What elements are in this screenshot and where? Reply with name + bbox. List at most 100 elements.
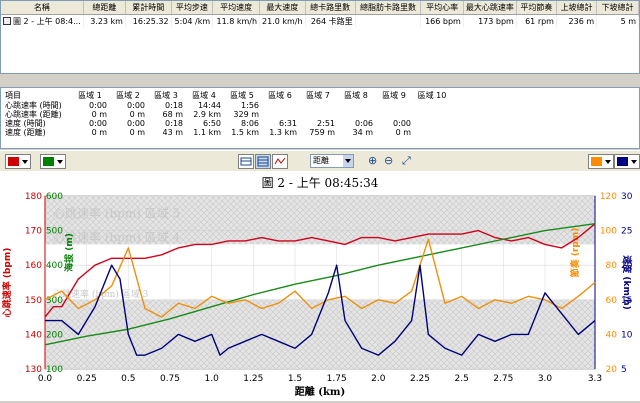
- summary-col-header[interactable]: 總距離: [83, 1, 126, 15]
- zones-cell: 14:44: [197, 101, 221, 110]
- zones-cell: 速度 (距離): [5, 128, 46, 137]
- x-tick-label: 0.25: [77, 374, 97, 384]
- summary-col-header[interactable]: 平均心率: [420, 1, 464, 15]
- zones-cell: 0:00: [127, 119, 145, 128]
- zones-col-header: 項目: [5, 91, 21, 100]
- summary-cell[interactable]: 11.8 km/h: [212, 14, 261, 27]
- summary-col-header[interactable]: 平均速度: [212, 1, 261, 15]
- zones-cell: 34 m: [352, 128, 373, 137]
- zoom-out-icon[interactable]: ⊖: [384, 154, 393, 167]
- y-tick-label: 600: [46, 192, 63, 202]
- zones-cell: 43 m: [162, 128, 183, 137]
- zone-label: 心跳速率 (bpm) 區域 5: [53, 205, 180, 220]
- y-tick-label: 400: [46, 261, 63, 271]
- chart-view-button-2[interactable]: [255, 154, 271, 169]
- zones-cell: [299, 101, 337, 110]
- zones-cell: 1:56: [241, 101, 259, 110]
- zones-cell: 速度 (時間): [5, 119, 46, 128]
- y-tick-label: 100: [600, 227, 617, 237]
- summary-cell[interactable]: 264 卡路里: [305, 14, 356, 27]
- summary-cell[interactable]: 173 bpm: [463, 14, 517, 27]
- color-picker-orange[interactable]: [588, 154, 614, 169]
- x-tick-label: 2.0: [371, 374, 386, 384]
- color-picker-red[interactable]: [5, 154, 31, 169]
- chevron-down-icon: [343, 155, 353, 167]
- workout-icon: [3, 17, 11, 25]
- y-tick-label: 100: [46, 365, 63, 375]
- zones-cell: [337, 101, 375, 110]
- zones-cell: 6:31: [279, 119, 297, 128]
- x-axis-select[interactable]: 距離: [310, 154, 354, 168]
- color-swatch: [8, 157, 19, 166]
- y-axis-label: 海拔 (m): [63, 233, 75, 272]
- color-picker-navy[interactable]: [614, 154, 640, 169]
- chart-view-button-3[interactable]: [272, 154, 288, 169]
- zones-cell: 0:18: [165, 119, 183, 128]
- zones-cell: 2:51: [317, 119, 335, 128]
- summary-col-header[interactable]: 名稱: [1, 1, 84, 15]
- x-tick-label: 3.3: [588, 374, 602, 384]
- chart-toolbar: 距離 ⊕ ⊖ ⤢: [0, 150, 640, 172]
- summary-cell[interactable]: 3.23 km: [83, 14, 126, 27]
- x-tick-label: 2.5: [455, 374, 469, 384]
- y-tick-label: 170: [25, 227, 42, 237]
- summary-cell[interactable]: [355, 14, 422, 27]
- color-picker-green[interactable]: [40, 154, 66, 169]
- x-tick-label: 3.0: [538, 374, 553, 384]
- zones-cell: 0:00: [393, 119, 411, 128]
- y-axis-label: 心跳速率 (bpm): [1, 248, 13, 318]
- chart-view-button-1[interactable]: [238, 154, 254, 169]
- x-axis-select-value: 距離: [313, 156, 329, 165]
- zoom-in-icon[interactable]: ⊕: [368, 154, 377, 167]
- summary-cell[interactable]: 5 m: [596, 14, 639, 27]
- summary-cell[interactable]: 21.0 km/h: [259, 14, 306, 27]
- summary-col-header[interactable]: 最大心跳速率: [463, 1, 517, 15]
- zones-cell: [375, 110, 413, 119]
- y-tick-label: 180: [25, 192, 42, 202]
- y-axis-label: 節奏 (rpm): [569, 228, 581, 279]
- zones-cell: 1.3 km: [269, 128, 297, 137]
- y-tick-label: 200: [46, 330, 63, 340]
- summary-col-header[interactable]: 下坡總計: [596, 1, 639, 15]
- zones-row: 心跳速率 (距離) 0 m 0 m 68 m 2.9 km 329 m: [3, 110, 451, 119]
- summary-col-header[interactable]: 上坡總計: [556, 1, 598, 15]
- chart-area: 圖 2 - 上午 08:45:34 心跳速率 (bpm) 區域 5 心跳速率 (bp…: [0, 171, 640, 401]
- zones-cell: 0:00: [127, 101, 145, 110]
- summary-table: 名稱 總距離 累計時間 平均步速 平均速度 最大速度 總卡路里數 總脂肪卡路里數 平均心率 最大心…: [1, 1, 639, 27]
- y-tick-label: 10: [621, 330, 633, 340]
- summary-col-header[interactable]: 平均節奏: [516, 1, 557, 15]
- summary-cell[interactable]: 16:25.32: [125, 14, 172, 27]
- x-tick-label: 0.75: [160, 374, 180, 384]
- summary-col-header[interactable]: 最大速度: [259, 1, 306, 15]
- zones-cell: [413, 119, 451, 128]
- zones-cell: 759 m: [309, 128, 335, 137]
- zones-col-header: 區域 3: [154, 91, 178, 100]
- zones-cell: 6:50: [203, 119, 221, 128]
- color-swatch: [43, 157, 54, 166]
- zones-cell: 0 m: [91, 128, 107, 137]
- summary-col-header[interactable]: 累計時間: [125, 1, 172, 15]
- summary-cell[interactable]: 圖 2 - 上午 08:4...: [1, 14, 84, 27]
- chart-svg[interactable]: 圖 2 - 上午 08:45:34 心跳速率 (bpm) 區域 5 心跳速率 (bp…: [0, 171, 640, 401]
- summary-cell[interactable]: 236 m: [556, 14, 598, 27]
- zoom-fit-icon[interactable]: ⤢: [402, 154, 411, 167]
- zones-cell: 0:18: [165, 101, 183, 110]
- summary-col-header[interactable]: 平均步速: [171, 1, 214, 15]
- zones-cell: 0 m: [395, 128, 411, 137]
- y-tick-label: 500: [46, 227, 63, 237]
- zones-col-header: 區域 7: [306, 91, 330, 100]
- x-tick-label: 0.0: [38, 374, 53, 384]
- summary-cell[interactable]: 61 rpm: [516, 14, 557, 27]
- summary-col-header[interactable]: 總脂肪卡路里數: [355, 1, 422, 15]
- zones-cell: 0:00: [89, 119, 107, 128]
- summary-cell[interactable]: 166 bpm: [420, 14, 464, 27]
- x-tick-label: 2.25: [410, 374, 430, 384]
- chart-title: 圖 2 - 上午 08:45:34: [262, 176, 379, 190]
- summary-col-header[interactable]: 總卡路里數: [305, 1, 356, 15]
- zones-cell: 1.5 km: [231, 128, 259, 137]
- y-tick-label: 160: [25, 261, 42, 271]
- y-tick-label: 30: [621, 192, 633, 202]
- zones-cell: 8:06: [241, 119, 259, 128]
- summary-cell[interactable]: 5:04 /km: [171, 14, 214, 27]
- zones-cell: 0 m: [129, 128, 145, 137]
